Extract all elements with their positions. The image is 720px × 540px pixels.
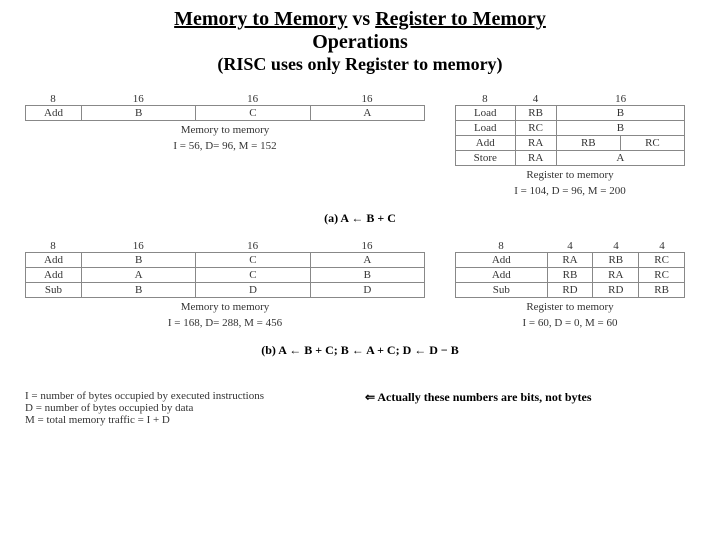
- legend: I = number of bytes occupied by executed…: [25, 390, 305, 426]
- legend-line: I = number of bytes occupied by executed…: [25, 390, 305, 402]
- col-width: 16: [195, 240, 309, 252]
- cell: D: [196, 283, 310, 298]
- caption: Register to memory: [455, 169, 685, 181]
- annotation: ⇐ Actually these numbers are bits, not b…: [335, 390, 695, 405]
- col-width: 8: [25, 240, 81, 252]
- table-b-right: Add RA RB RC Add RB RA RC Sub RD RD RB: [455, 252, 685, 298]
- cell: B: [81, 106, 195, 121]
- cell: B: [556, 121, 684, 136]
- col-width: 16: [81, 240, 195, 252]
- mem-to-mem-b: 8 16 16 16 Add B C A Add A C B Sub B D D: [25, 240, 425, 329]
- table-a-left: Add B C A: [25, 105, 425, 121]
- stats: I = 104, D = 96, M = 200: [455, 185, 685, 197]
- cell: A: [310, 106, 424, 121]
- title-note: (RISC uses only Register to memory): [25, 54, 695, 75]
- col-width: 8: [455, 240, 547, 252]
- cell: Add: [456, 136, 516, 151]
- col-width: 16: [310, 93, 424, 105]
- table-b-left: Add B C A Add A C B Sub B D D: [25, 252, 425, 298]
- cell: Sub: [26, 283, 82, 298]
- cell: A: [81, 268, 195, 283]
- cell: Load: [456, 121, 516, 136]
- title-part2: Register to Memory: [375, 8, 546, 30]
- cell: C: [196, 268, 310, 283]
- reg-to-mem-a: 8 4 16 Load RB B Load RC B Add RA RB RC …: [455, 93, 685, 197]
- col-width: 4: [593, 240, 639, 252]
- title-line2: Operations: [25, 31, 695, 54]
- cell: Add: [26, 253, 82, 268]
- cell: C: [196, 106, 310, 121]
- cell: B: [556, 106, 684, 121]
- cell: B: [81, 253, 195, 268]
- stats: I = 60, D = 0, M = 60: [455, 317, 685, 329]
- cell: RC: [639, 268, 685, 283]
- cell: Load: [456, 106, 516, 121]
- cell: RD: [593, 283, 639, 298]
- col-width: 4: [639, 240, 685, 252]
- caption: Register to memory: [455, 301, 685, 313]
- cell: RB: [556, 136, 620, 151]
- cell: B: [81, 283, 195, 298]
- legend-line: D = number of bytes occupied by data: [25, 402, 305, 414]
- cell: RB: [547, 268, 593, 283]
- cell: Sub: [456, 283, 548, 298]
- cell: B: [310, 268, 424, 283]
- cell: Add: [456, 253, 548, 268]
- col-width: 16: [81, 93, 195, 105]
- cell: A: [556, 151, 684, 166]
- cell: C: [196, 253, 310, 268]
- caption: Memory to memory: [25, 301, 425, 313]
- equation-b: (b) A ← B + C; B ← A + C; D ← D − B: [25, 343, 695, 358]
- cell: Store: [456, 151, 516, 166]
- cell: RC: [639, 253, 685, 268]
- cell: Add: [26, 106, 82, 121]
- footer-row: I = number of bytes occupied by executed…: [25, 372, 695, 426]
- cell: RA: [515, 151, 556, 166]
- stats: I = 168, D= 288, M = 456: [25, 317, 425, 329]
- title-part1: Memory to Memory: [174, 8, 347, 30]
- title-vs: vs: [352, 8, 370, 30]
- equation-a: (a) A ← B + C: [25, 211, 695, 226]
- cell: RB: [639, 283, 685, 298]
- cell: Add: [456, 268, 548, 283]
- col-width: 16: [195, 93, 309, 105]
- col-width: 4: [547, 240, 593, 252]
- cell: Add: [26, 268, 82, 283]
- cell: RD: [547, 283, 593, 298]
- cell: RB: [593, 253, 639, 268]
- reg-to-mem-b: 8 4 4 4 Add RA RB RC Add RB RA RC Sub RD…: [455, 240, 685, 329]
- table-a-right: Load RB B Load RC B Add RA RB RC Store R…: [455, 105, 685, 166]
- cell: RB: [515, 106, 556, 121]
- col-width: 16: [310, 240, 424, 252]
- col-width: 16: [556, 93, 685, 105]
- legend-line: M = total memory traffic = I + D: [25, 414, 305, 426]
- caption: Memory to memory: [25, 124, 425, 136]
- cell: RA: [515, 136, 556, 151]
- cell: RA: [547, 253, 593, 268]
- cell: D: [310, 283, 424, 298]
- cell: RA: [593, 268, 639, 283]
- section-b: 8 16 16 16 Add B C A Add A C B Sub B D D: [25, 240, 695, 329]
- col-width: 8: [455, 93, 515, 105]
- slide-title: Memory to Memory vs Register to Memory O…: [25, 8, 695, 75]
- stats: I = 56, D= 96, M = 152: [25, 140, 425, 152]
- col-width: 4: [515, 93, 556, 105]
- cell: A: [310, 253, 424, 268]
- mem-to-mem-a: 8 16 16 16 Add B C A Memory to memory I …: [25, 93, 425, 152]
- section-a: 8 16 16 16 Add B C A Memory to memory I …: [25, 93, 695, 197]
- cell: RC: [620, 136, 684, 151]
- col-width: 8: [25, 93, 81, 105]
- cell: RC: [515, 121, 556, 136]
